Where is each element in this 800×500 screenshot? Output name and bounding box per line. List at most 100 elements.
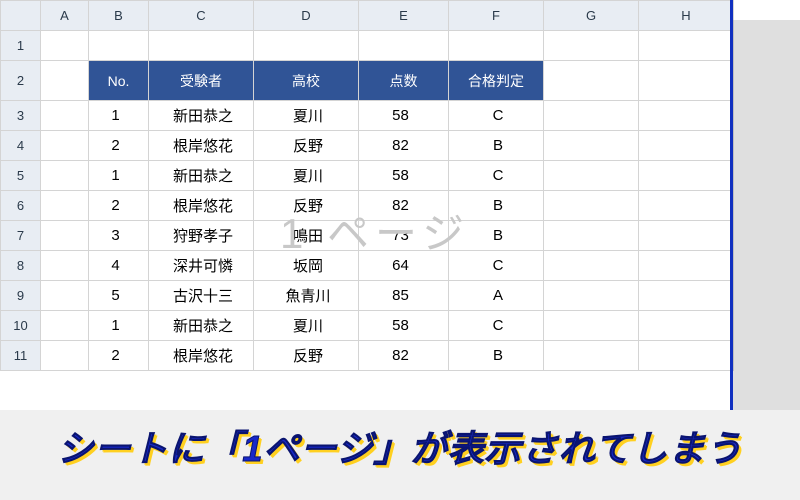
header-result[interactable]: 合格判定 (449, 61, 544, 101)
cell-school[interactable]: 魚青川 (254, 281, 359, 311)
cell[interactable] (41, 341, 89, 371)
cell-examinee[interactable]: 狩野孝子 (149, 221, 254, 251)
cell-examinee[interactable]: 新田恭之 (149, 101, 254, 131)
cell-examinee[interactable]: 新田恭之 (149, 311, 254, 341)
cell-examinee[interactable]: 根岸悠花 (149, 191, 254, 221)
cell-school[interactable]: 反野 (254, 131, 359, 161)
cell-examinee[interactable]: 根岸悠花 (149, 341, 254, 371)
cell-result[interactable]: C (449, 251, 544, 281)
cell-examinee[interactable]: 根岸悠花 (149, 131, 254, 161)
cell[interactable] (254, 31, 359, 61)
cell[interactable] (639, 61, 734, 101)
cell-school[interactable]: 反野 (254, 191, 359, 221)
cell-score[interactable]: 64 (359, 251, 449, 281)
col-header-F[interactable]: F (449, 1, 544, 31)
header-school[interactable]: 高校 (254, 61, 359, 101)
col-header-H[interactable]: H (639, 1, 734, 31)
cell[interactable] (544, 131, 639, 161)
cell[interactable] (544, 161, 639, 191)
cell[interactable] (639, 281, 734, 311)
cell[interactable] (639, 311, 734, 341)
cell-result[interactable]: A (449, 281, 544, 311)
cell-examinee[interactable]: 深井可憐 (149, 251, 254, 281)
cell-school[interactable]: 反野 (254, 341, 359, 371)
select-all-corner[interactable] (1, 1, 41, 31)
cell-score[interactable]: 85 (359, 281, 449, 311)
cell-school[interactable]: 夏川 (254, 101, 359, 131)
cell[interactable] (41, 311, 89, 341)
cell[interactable] (544, 311, 639, 341)
cell-result[interactable]: B (449, 341, 544, 371)
row-header-10[interactable]: 10 (1, 311, 41, 341)
cell-examinee[interactable]: 新田恭之 (149, 161, 254, 191)
cell-examinee[interactable]: 古沢十三 (149, 281, 254, 311)
cell[interactable] (639, 221, 734, 251)
cell-score[interactable]: 58 (359, 161, 449, 191)
cell[interactable] (41, 191, 89, 221)
cell-score[interactable]: 82 (359, 341, 449, 371)
cell[interactable] (41, 161, 89, 191)
cell[interactable] (544, 221, 639, 251)
cell-score[interactable]: 58 (359, 311, 449, 341)
cell[interactable] (544, 61, 639, 101)
cell[interactable] (41, 61, 89, 101)
cell[interactable] (544, 101, 639, 131)
cell[interactable] (359, 31, 449, 61)
cell[interactable] (544, 191, 639, 221)
col-header-C[interactable]: C (149, 1, 254, 31)
cell-result[interactable]: B (449, 191, 544, 221)
cell[interactable] (544, 281, 639, 311)
row-header-4[interactable]: 4 (1, 131, 41, 161)
col-header-A[interactable]: A (41, 1, 89, 31)
cell-no[interactable]: 5 (89, 281, 149, 311)
cell[interactable] (639, 191, 734, 221)
cell[interactable] (41, 251, 89, 281)
cell-no[interactable]: 2 (89, 131, 149, 161)
cell-no[interactable]: 2 (89, 341, 149, 371)
cell[interactable] (149, 31, 254, 61)
cell-no[interactable]: 2 (89, 191, 149, 221)
header-examinee[interactable]: 受験者 (149, 61, 254, 101)
cell[interactable] (544, 341, 639, 371)
cell-score[interactable]: 82 (359, 191, 449, 221)
row-header-3[interactable]: 3 (1, 101, 41, 131)
cell[interactable] (639, 341, 734, 371)
row-header-5[interactable]: 5 (1, 161, 41, 191)
cell[interactable] (544, 31, 639, 61)
header-no[interactable]: No. (89, 61, 149, 101)
cell-result[interactable]: B (449, 221, 544, 251)
cell-no[interactable]: 3 (89, 221, 149, 251)
cell[interactable] (41, 281, 89, 311)
cell-score[interactable]: 73 (359, 221, 449, 251)
cell-result[interactable]: C (449, 311, 544, 341)
cell[interactable] (639, 131, 734, 161)
cell-no[interactable]: 1 (89, 101, 149, 131)
spreadsheet-area[interactable]: A B C D E F G H 1 2 No. 受験者 高校 点数 (0, 0, 800, 410)
col-header-G[interactable]: G (544, 1, 639, 31)
cell[interactable] (639, 31, 734, 61)
cell[interactable] (41, 31, 89, 61)
row-header-9[interactable]: 9 (1, 281, 41, 311)
cell[interactable] (41, 221, 89, 251)
cell-score[interactable]: 58 (359, 101, 449, 131)
col-header-B[interactable]: B (89, 1, 149, 31)
row-header-11[interactable]: 11 (1, 341, 41, 371)
cell[interactable] (639, 161, 734, 191)
row-header-1[interactable]: 1 (1, 31, 41, 61)
cell-result[interactable]: C (449, 161, 544, 191)
cell-no[interactable]: 1 (89, 311, 149, 341)
cell[interactable] (89, 31, 149, 61)
cell-school[interactable]: 鳴田 (254, 221, 359, 251)
cell[interactable] (41, 101, 89, 131)
cell[interactable] (639, 101, 734, 131)
row-header-6[interactable]: 6 (1, 191, 41, 221)
col-header-D[interactable]: D (254, 1, 359, 31)
cell-result[interactable]: C (449, 101, 544, 131)
cell[interactable] (544, 251, 639, 281)
row-header-7[interactable]: 7 (1, 221, 41, 251)
cell-score[interactable]: 82 (359, 131, 449, 161)
row-header-2[interactable]: 2 (1, 61, 41, 101)
cell-school[interactable]: 夏川 (254, 311, 359, 341)
cell-no[interactable]: 4 (89, 251, 149, 281)
cell-result[interactable]: B (449, 131, 544, 161)
